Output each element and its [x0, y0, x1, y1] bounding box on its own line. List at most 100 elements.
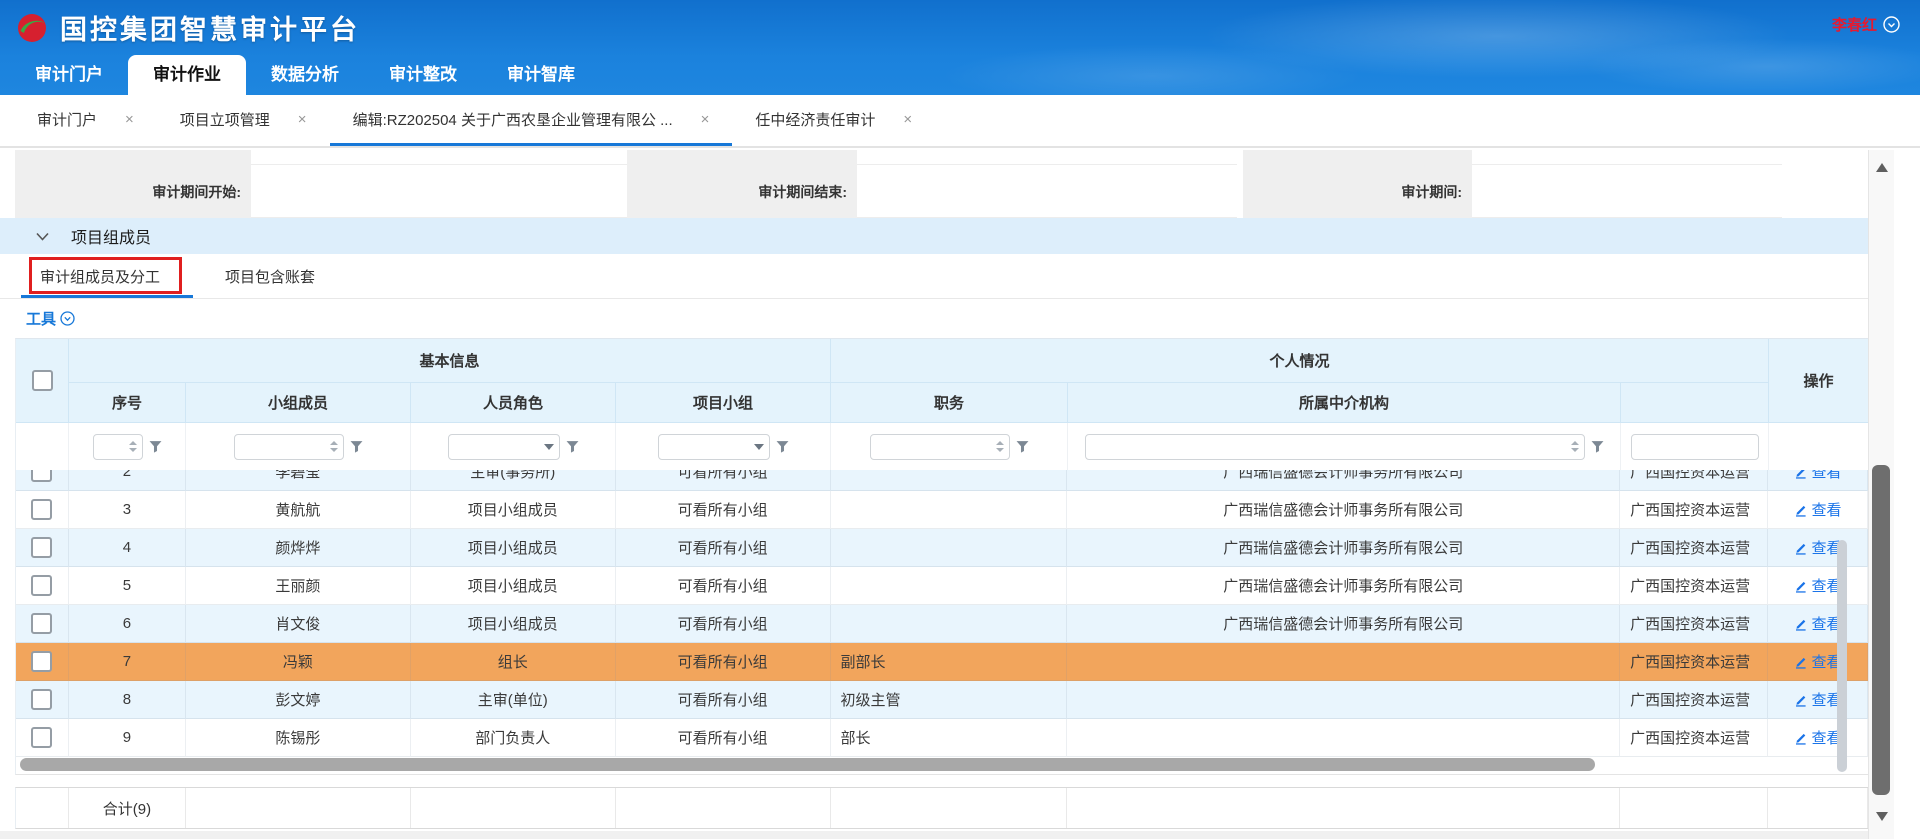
- form-field-input[interactable]: [251, 150, 627, 165]
- filter-group-input[interactable]: [658, 434, 770, 460]
- filter-duty-input[interactable]: [870, 434, 1010, 460]
- spinner-icon[interactable]: [1571, 441, 1579, 452]
- user-name[interactable]: 李春红: [1832, 14, 1877, 35]
- row-checkbox[interactable]: [31, 651, 52, 672]
- scrollbar-up-arrow[interactable]: [1876, 163, 1888, 172]
- row-checkbox[interactable]: [31, 613, 52, 634]
- row-checkbox-cell: [16, 529, 69, 567]
- view-link[interactable]: 查看: [1794, 651, 1842, 672]
- form-field-input[interactable]: [1472, 150, 1782, 165]
- cell-seq: 5: [69, 567, 186, 605]
- row-checkbox[interactable]: [31, 727, 52, 748]
- spinner-icon[interactable]: [330, 441, 338, 452]
- filter-funnel-icon[interactable]: [149, 440, 162, 453]
- tools-dropdown[interactable]: 工具: [26, 308, 56, 329]
- page-scrollbar-thumb[interactable]: [1872, 465, 1890, 795]
- filter-role-input[interactable]: [448, 434, 560, 460]
- row-checkbox[interactable]: [31, 537, 52, 558]
- table-row[interactable]: 7冯颖组长可看所有小组副部长广西国控资本运营查看: [16, 643, 1868, 681]
- spinner-icon[interactable]: [129, 441, 137, 452]
- filter-funnel-icon[interactable]: [1016, 440, 1029, 453]
- filter-cell-name: [186, 423, 411, 471]
- row-checkbox-cell: [16, 470, 69, 491]
- view-link[interactable]: 查看: [1794, 499, 1842, 520]
- form-field-label: 审计期间结束:: [627, 165, 857, 218]
- table-row[interactable]: 9陈锡彤部门负责人可看所有小组部长广西国控资本运营查看: [16, 719, 1868, 757]
- form-field-label: [627, 150, 857, 165]
- form-field-input[interactable]: [857, 165, 1237, 218]
- row-checkbox[interactable]: [31, 575, 52, 596]
- table-row[interactable]: 4颜烨烨项目小组成员可看所有小组广西瑞信盛德会计师事务所有限公司广西国控资本运营…: [16, 529, 1868, 567]
- table-vertical-scrollbar-thumb[interactable]: [1837, 540, 1847, 772]
- horizontal-scrollbar-thumb[interactable]: [20, 758, 1595, 771]
- filter-name-input[interactable]: [234, 434, 344, 460]
- filter-funnel-icon[interactable]: [776, 440, 789, 453]
- nav-tab[interactable]: 审计作业: [128, 55, 246, 95]
- table-row[interactable]: 3黄航航项目小组成员可看所有小组广西瑞信盛德会计师事务所有限公司广西国控资本运营…: [16, 491, 1868, 529]
- spinner-icon[interactable]: [996, 441, 1004, 452]
- summary-cell: [1067, 788, 1620, 828]
- view-link[interactable]: 查看: [1794, 689, 1842, 710]
- filter-company-input[interactable]: [1631, 434, 1759, 460]
- subtab-members-and-division[interactable]: 审计组成员及分工: [40, 254, 160, 299]
- nav-tab[interactable]: 审计门户: [10, 55, 128, 95]
- chevron-down-icon[interactable]: [1883, 16, 1900, 33]
- form-field-input[interactable]: [251, 165, 627, 218]
- filter-funnel-icon[interactable]: [1591, 440, 1604, 453]
- dropdown-arrow-icon[interactable]: [544, 444, 554, 450]
- row-checkbox[interactable]: [31, 470, 52, 482]
- workspace-tab[interactable]: 任中经济责任审计 ×: [732, 95, 935, 146]
- cell-duty: 副部长: [831, 643, 1068, 681]
- workspace-tab-label: 任中经济责任审计: [755, 109, 875, 130]
- edit-pencil-icon: [1794, 503, 1808, 517]
- close-icon[interactable]: ×: [701, 111, 710, 128]
- filter-funnel-icon[interactable]: [350, 440, 363, 453]
- filter-org-input[interactable]: [1085, 434, 1585, 460]
- table-row[interactable]: 2李碧莹主审(事务所)可看所有小组广西瑞信盛德会计师事务所有限公司广西国控资本运…: [16, 470, 1868, 491]
- workspace-tab[interactable]: 审计门户×: [14, 95, 157, 146]
- cell-company: 广西国控资本运营: [1620, 470, 1768, 491]
- close-icon[interactable]: ×: [903, 111, 912, 128]
- cell-action: 查看: [1768, 681, 1868, 719]
- view-link[interactable]: 查看: [1794, 470, 1842, 482]
- nav-tab[interactable]: 数据分析: [246, 55, 364, 95]
- row-checkbox-cell: [16, 719, 69, 757]
- view-link[interactable]: 查看: [1794, 537, 1842, 558]
- edit-pencil-icon: [1794, 731, 1808, 745]
- summary-cell: [831, 788, 1068, 828]
- filter-funnel-icon[interactable]: [566, 440, 579, 453]
- select-all-checkbox[interactable]: [32, 370, 53, 391]
- table-row[interactable]: 5王丽颜项目小组成员可看所有小组广西瑞信盛德会计师事务所有限公司广西国控资本运营…: [16, 567, 1868, 605]
- form-field-input[interactable]: [857, 150, 1237, 165]
- section-project-members[interactable]: 项目组成员: [0, 218, 1868, 254]
- workspace-tab[interactable]: 项目立项管理×: [157, 95, 330, 146]
- row-checkbox[interactable]: [31, 499, 52, 520]
- view-link-label[interactable]: 查看: [1812, 499, 1842, 520]
- chevron-down-circle-icon[interactable]: [60, 311, 75, 326]
- cell-duty: [831, 491, 1068, 529]
- table-row[interactable]: 6肖文俊项目小组成员可看所有小组广西瑞信盛德会计师事务所有限公司广西国控资本运营…: [16, 605, 1868, 643]
- scrollbar-down-arrow[interactable]: [1876, 812, 1888, 821]
- view-link[interactable]: 查看: [1794, 613, 1842, 634]
- workspace-tab[interactable]: 编辑:RZ202504 关于广西农垦企业管理有限公 ...×: [330, 95, 733, 146]
- row-checkbox[interactable]: [31, 689, 52, 710]
- view-link[interactable]: 查看: [1794, 727, 1842, 748]
- cell-duty: [831, 529, 1068, 567]
- cell-seq: 8: [69, 681, 186, 719]
- cell-group: 可看所有小组: [616, 567, 831, 605]
- nav-tab[interactable]: 审计智库: [482, 55, 600, 95]
- filter-seq-input[interactable]: [93, 434, 143, 460]
- chevron-down-icon[interactable]: [36, 232, 49, 241]
- nav-tab[interactable]: 审计整改: [364, 55, 482, 95]
- summary-cell: [16, 788, 69, 828]
- view-link-label[interactable]: 查看: [1812, 470, 1842, 482]
- table-row[interactable]: 8彭文婷主审(单位)可看所有小组初级主管广西国控资本运营查看: [16, 681, 1868, 719]
- filter-cell-empty: [1769, 423, 1869, 471]
- subtab-account-sets[interactable]: 项目包含账套: [225, 254, 315, 299]
- close-icon[interactable]: ×: [125, 111, 134, 128]
- user-menu[interactable]: 李春红: [1832, 14, 1900, 35]
- view-link[interactable]: 查看: [1794, 575, 1842, 596]
- dropdown-arrow-icon[interactable]: [754, 444, 764, 450]
- form-field-input[interactable]: [1472, 165, 1782, 218]
- close-icon[interactable]: ×: [298, 111, 307, 128]
